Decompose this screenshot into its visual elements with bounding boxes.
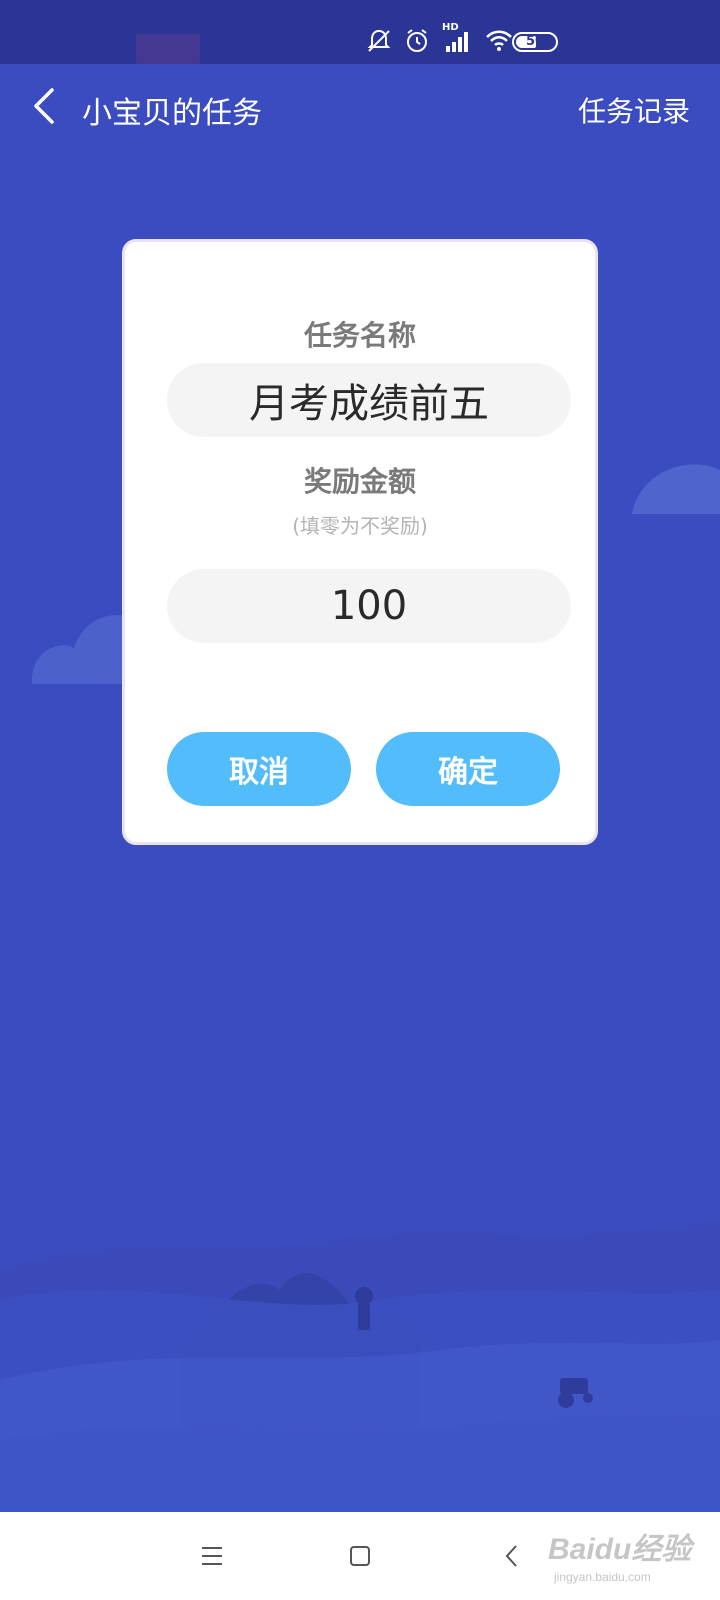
cancel-button[interactable]: 取消 [167,732,351,806]
alarm-icon [404,28,430,58]
page-title: 小宝贝的任务 [82,96,262,131]
back-icon[interactable] [492,1538,532,1574]
task-name-field[interactable]: 月考成绩前五 [167,363,571,437]
wifi-icon [484,28,514,58]
back-button[interactable] [22,84,66,128]
baidu-watermark: Baidu经验 jingyan.baidu.com [548,1518,708,1594]
task-record-link[interactable]: 任务记录 [578,90,690,130]
reward-amount-label: 奖励金额 [303,465,416,498]
reward-hint: (填零为不奖励) [292,514,428,538]
confirm-button[interactable]: 确定 [376,732,560,806]
menu-icon[interactable] [192,1538,232,1574]
reward-amount-field[interactable]: 100 [167,569,571,643]
app-bar: 小宝贝的任务 任务记录 [0,64,720,150]
chevron-left-icon [34,88,54,124]
task-name-label: 任务名称 [303,319,416,352]
watermark-logo: Baidu经验 [548,1533,692,1566]
watermark-url: jingyan.baidu.com [554,1570,651,1584]
battery-level: 50 [525,34,545,49]
home-icon[interactable] [340,1538,380,1574]
signal-icon: HD [442,22,472,58]
battery-icon: 50 [512,32,558,52]
notification-off-icon [366,28,392,58]
status-bar: HD 50 [0,0,720,64]
task-dialog: 任务名称 月考成绩前五 奖励金额 (填零为不奖励) 100 取消 确定 [122,239,598,845]
network-type-label: HD [442,22,459,33]
notification-indicator [136,34,200,64]
